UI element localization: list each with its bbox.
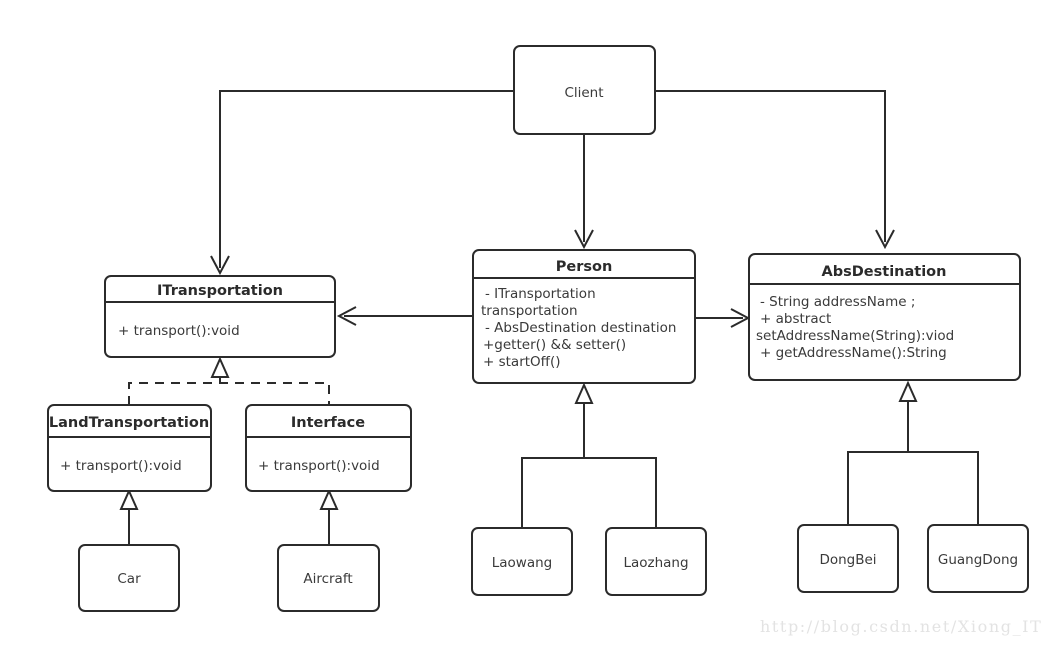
- absdestination-member-3: + getAddressName():String: [760, 345, 947, 361]
- person-member-1: transportation: [481, 303, 578, 319]
- aircraft-class-name: Aircraft: [303, 571, 352, 587]
- laowang-class-name: Laowang: [492, 555, 553, 571]
- guangdong-class-name: GuangDong: [938, 552, 1018, 568]
- interface-member-0: + transport():void: [258, 458, 380, 474]
- person-member-0: - ITransportation: [485, 286, 596, 302]
- landtransportation-class-name: LandTransportation: [49, 415, 209, 431]
- connector-person-absdestination: [695, 308, 751, 328]
- connector-client-itransportation: [210, 90, 514, 276]
- connector-realization-itransportation: [128, 356, 330, 405]
- class-box-car[interactable]: Car: [78, 544, 180, 612]
- person-member-4: + startOff(): [483, 354, 561, 370]
- class-box-guangdong[interactable]: GuangDong: [927, 524, 1029, 593]
- watermark-text: http://blog.csdn.net/Xiong_IT: [760, 617, 1042, 636]
- dongbei-class-name: DongBei: [819, 552, 876, 568]
- connector-client-person: [574, 133, 594, 250]
- class-box-laozhang[interactable]: Laozhang: [605, 527, 707, 596]
- uml-class-diagram: Client ITransportation + transport():voi…: [0, 0, 1060, 645]
- connector-person-itransportation: [336, 306, 473, 326]
- connector-client-absdestination: [655, 90, 895, 250]
- class-box-itransportation[interactable]: ITransportation + transport():void: [104, 275, 336, 358]
- class-box-client[interactable]: Client: [513, 45, 656, 135]
- class-box-landtransportation[interactable]: LandTransportation + transport():void: [47, 404, 212, 492]
- connector-destinations-absdestination: [847, 380, 979, 525]
- absdestination-member-1: + abstract: [760, 311, 831, 327]
- class-box-aircraft[interactable]: Aircraft: [277, 544, 380, 612]
- absdestination-member-2: setAddressName(String):viod: [756, 328, 954, 344]
- absdestination-class-name: AbsDestination: [822, 264, 947, 280]
- class-box-person[interactable]: Person - ITransportation transportation …: [472, 249, 696, 384]
- interface-class-name: Interface: [291, 415, 365, 431]
- class-box-dongbei[interactable]: DongBei: [797, 524, 899, 593]
- class-box-interface[interactable]: Interface + transport():void: [245, 404, 412, 492]
- person-class-name: Person: [556, 259, 613, 275]
- itransportation-class-name: ITransportation: [157, 283, 283, 299]
- car-class-name: Car: [117, 571, 141, 587]
- client-class-name: Client: [564, 85, 603, 101]
- connector-persons-person: [521, 382, 657, 528]
- landtransportation-member-0: + transport():void: [60, 458, 182, 474]
- absdestination-member-0: - String addressName ;: [760, 294, 915, 310]
- person-member-2: - AbsDestination destination: [485, 320, 676, 336]
- itransportation-member-0: + transport():void: [118, 323, 240, 339]
- class-box-absdestination[interactable]: AbsDestination - String addressName ; + …: [748, 253, 1021, 381]
- laozhang-class-name: Laozhang: [623, 555, 688, 571]
- class-box-laowang[interactable]: Laowang: [471, 527, 573, 596]
- connector-aircraft-interface: [319, 488, 339, 545]
- connector-car-landtransportation: [119, 488, 139, 545]
- person-member-3: +getter() && setter(): [483, 337, 626, 353]
